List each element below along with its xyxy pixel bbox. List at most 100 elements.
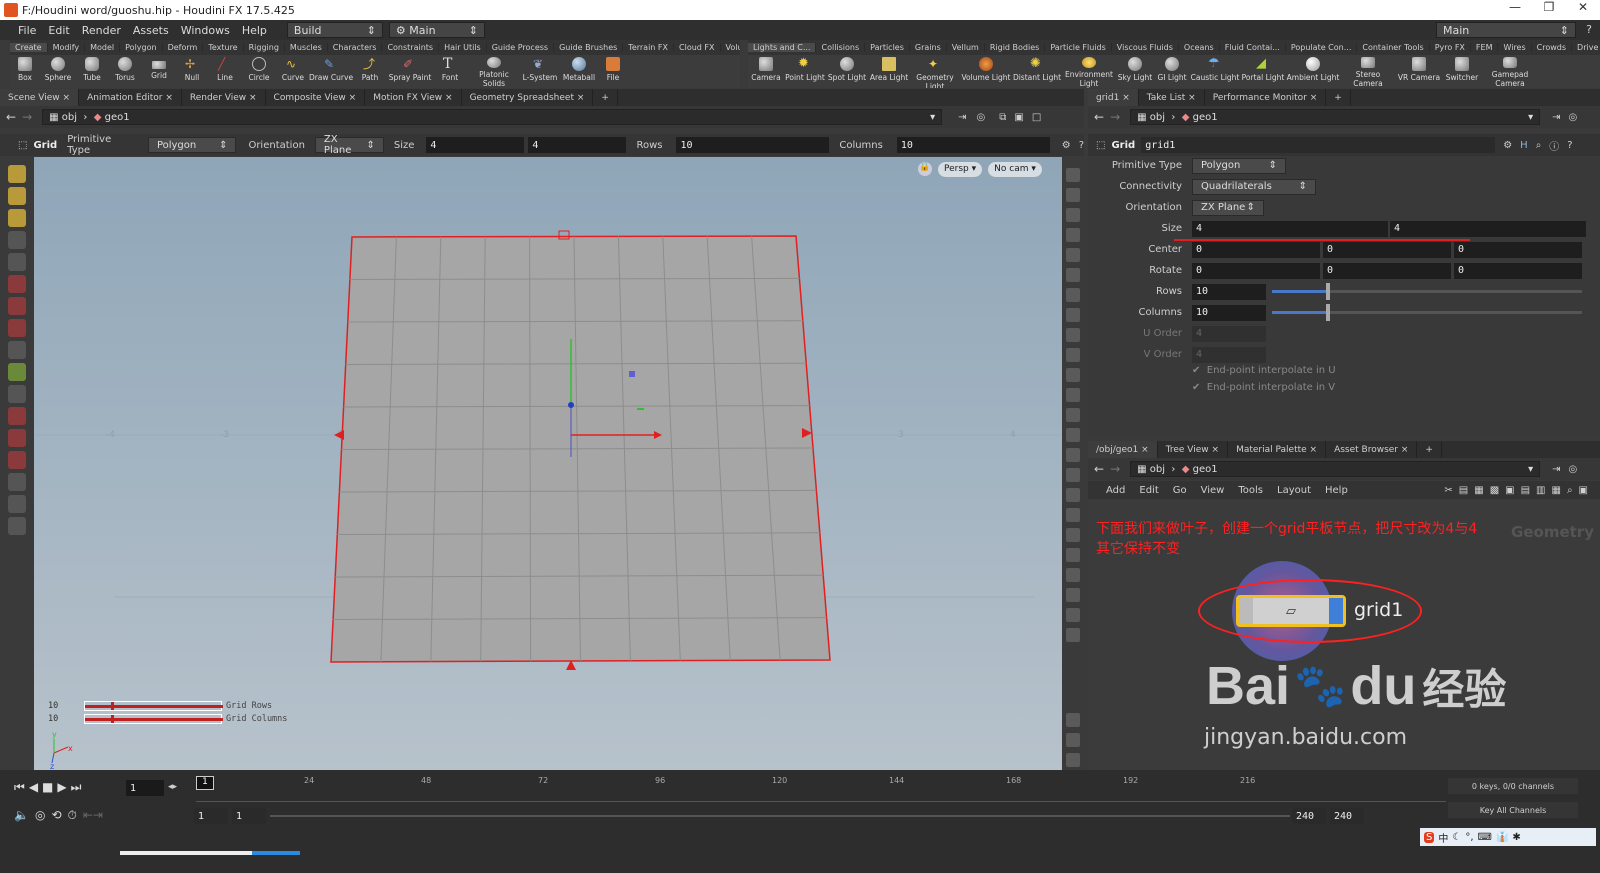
select-tool-icon[interactable] xyxy=(8,165,26,183)
copy-icon[interactable]: ⧉ xyxy=(999,112,1006,123)
shelf-tool-gamepad-camera[interactable]: Gamepad Camera xyxy=(1482,55,1538,88)
shelf-tool-point-light[interactable]: ✹ Point Light xyxy=(784,55,826,88)
shelf-tab[interactable]: Drive Simula... xyxy=(1572,43,1600,52)
shelf-tool-font[interactable]: T Font xyxy=(432,55,468,88)
frame-icon[interactable] xyxy=(1066,568,1080,582)
shelf-tool-line[interactable]: ╱ Line xyxy=(208,55,242,88)
sogou-icon[interactable]: S xyxy=(1424,831,1435,843)
path-geo[interactable]: geo1 xyxy=(105,112,130,123)
shelf-tab[interactable]: Volume xyxy=(721,43,741,52)
pen-icon[interactable] xyxy=(1066,428,1080,442)
network-menu-help[interactable]: Help xyxy=(1325,485,1348,496)
shelf-tab[interactable]: Hair Utils xyxy=(439,43,487,52)
rotate-y-field[interactable]: 0 xyxy=(1323,262,1451,279)
orientation-select[interactable]: ZX Plane ⇕ xyxy=(1192,199,1264,216)
link-icon[interactable]: ◎ xyxy=(1569,112,1578,123)
checkmark-icon[interactable]: ✔ xyxy=(1192,365,1200,376)
network-menu-add[interactable]: Add xyxy=(1106,485,1125,496)
shelf-tab[interactable]: Oceans xyxy=(1179,43,1220,52)
shelf-tab[interactable]: Vellum xyxy=(947,43,985,52)
param-node-name-field[interactable]: grid1 xyxy=(1141,137,1496,153)
skin-icon[interactable]: 👔 xyxy=(1496,832,1508,843)
right-context-select[interactable]: Main ⇕ xyxy=(1436,22,1576,38)
camera-icon[interactable] xyxy=(1066,228,1080,242)
shelf-tab[interactable]: Deform xyxy=(163,43,204,52)
shelf-tab[interactable]: Guide Brushes xyxy=(554,43,624,52)
tab-render-view[interactable]: Render View × xyxy=(182,89,266,106)
shelf-tab[interactable]: Lights and C... xyxy=(748,43,817,52)
pose-tool-icon[interactable] xyxy=(8,363,26,381)
scene-viewport[interactable]: -4-3-2 34 xyz 🔒 Persp ▾ No xyxy=(34,157,1062,770)
shelf-tab[interactable]: Rigid Bodies xyxy=(985,43,1046,52)
arrow-tool-icon[interactable] xyxy=(8,231,26,249)
op-size-x-field[interactable]: 4 xyxy=(426,137,525,153)
shelf-tab[interactable]: Particles xyxy=(865,43,910,52)
center-z-field[interactable]: 0 xyxy=(1454,241,1582,258)
step-keys-icon[interactable]: ◂▸ xyxy=(168,782,177,792)
loop-icon[interactable]: ⟲ xyxy=(51,808,61,823)
chevron-down-icon[interactable]: ▾ xyxy=(1528,464,1533,475)
add-tab-button[interactable]: + xyxy=(593,89,618,106)
skip-end-icon[interactable]: ⏭ xyxy=(71,780,82,795)
shelf-tool-null[interactable]: ✢ Null xyxy=(176,55,208,88)
play-icon[interactable]: ▶ xyxy=(57,780,66,795)
range-end-field[interactable]: 240 xyxy=(1330,808,1364,824)
skip-start-icon[interactable]: ⏮ xyxy=(14,780,25,795)
menu-render[interactable]: Render xyxy=(76,24,127,37)
shelf-tool-spray-paint[interactable]: ✐ Spray Paint xyxy=(388,55,432,88)
grid-snap-icon[interactable] xyxy=(1066,528,1080,542)
shelf-tool-sphere[interactable]: Sphere xyxy=(40,55,76,88)
op-rows-field[interactable]: 10 xyxy=(676,137,830,153)
shelf-tool-volume-light[interactable]: Volume Light xyxy=(960,55,1012,88)
path-geo[interactable]: geo1 xyxy=(1193,112,1218,123)
prim-type-select[interactable]: Polygon ⇕ xyxy=(1192,157,1286,174)
rows-field[interactable]: 10 xyxy=(1192,283,1266,300)
shelf-tool-curve[interactable]: ∿ Curve xyxy=(276,55,310,88)
back-arrow-icon[interactable]: ← xyxy=(1094,462,1104,476)
tab-composite-view[interactable]: Composite View × xyxy=(266,89,366,106)
camera-icon[interactable] xyxy=(8,517,26,535)
lock-icon[interactable] xyxy=(1066,208,1080,222)
wireframe-icon[interactable] xyxy=(1066,368,1080,382)
moon-icon[interactable]: ☾ xyxy=(1452,832,1461,843)
sphere-icon[interactable] xyxy=(1066,308,1080,322)
help-icon[interactable]: ? xyxy=(1079,140,1084,151)
point-icon[interactable] xyxy=(1066,288,1080,302)
camera-menu-button[interactable]: No cam ▾ xyxy=(988,162,1042,177)
help-icon[interactable]: ? xyxy=(1586,23,1592,36)
shelf-tab[interactable]: Muscles xyxy=(285,43,328,52)
chevron-down-icon[interactable]: ▾ xyxy=(1528,112,1533,123)
display-icon[interactable]: ▣ xyxy=(1014,112,1023,123)
tab-tree-view[interactable]: Tree View × xyxy=(1158,441,1229,458)
lock-icon[interactable] xyxy=(8,253,26,271)
shelf-tool-box[interactable]: Box xyxy=(10,55,40,88)
link-icon[interactable]: ◎ xyxy=(1569,464,1578,475)
hud-rows-slider[interactable] xyxy=(84,700,223,711)
shelf-tab[interactable]: Particle Fluids xyxy=(1045,43,1112,52)
shelf-tool-path[interactable]: ⤴ Path xyxy=(352,55,388,88)
node-bypass-flag[interactable] xyxy=(1239,598,1253,624)
shelf-tool-gi-light[interactable]: GI Light xyxy=(1154,55,1190,88)
tab-take-list[interactable]: Take List × xyxy=(1139,89,1205,106)
shading-icon[interactable] xyxy=(1066,188,1080,202)
tab-obj-geo1[interactable]: /obj/geo1 × xyxy=(1088,441,1158,458)
size-x-field[interactable]: 4 xyxy=(1192,220,1388,237)
shelf-tab[interactable]: Wires xyxy=(1498,43,1532,52)
add-tab-button[interactable]: + xyxy=(1417,441,1442,458)
shelf-tab[interactable]: Viscous Fluids xyxy=(1112,43,1179,52)
forward-arrow-icon[interactable]: → xyxy=(1110,110,1120,124)
step-back-icon[interactable]: ◀ xyxy=(29,780,38,795)
shelf-tool-metaball[interactable]: Metaball xyxy=(560,55,598,88)
pivot-icon[interactable] xyxy=(1066,548,1080,562)
shelf-tool-grid[interactable]: Grid xyxy=(142,55,176,88)
shelf-tool-switcher[interactable]: Switcher xyxy=(1442,55,1482,88)
shelf-tab[interactable]: Collisions xyxy=(816,43,866,52)
path-geo[interactable]: geo1 xyxy=(1193,464,1218,475)
shelf-tool-geometry-light[interactable]: ✦ Geometry Light xyxy=(910,55,960,88)
columns-field[interactable]: 10 xyxy=(1192,304,1266,321)
edges-icon[interactable] xyxy=(1066,348,1080,362)
shelf-tool-camera[interactable]: Camera xyxy=(748,55,784,88)
tab-material-palette[interactable]: Material Palette × xyxy=(1228,441,1327,458)
shelf-tool-stereo-camera[interactable]: Stereo Camera xyxy=(1340,55,1396,88)
add-tab-button[interactable]: + xyxy=(1326,89,1351,106)
